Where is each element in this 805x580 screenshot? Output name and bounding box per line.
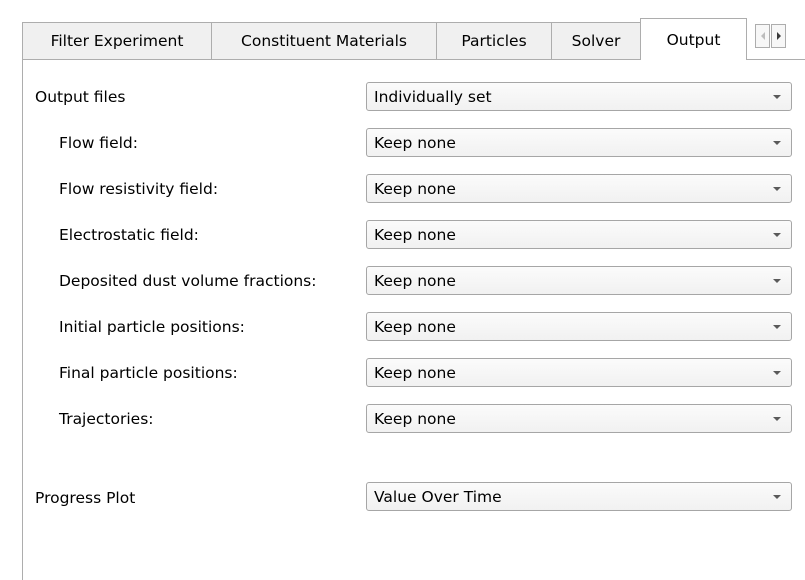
chevron-down-icon <box>763 278 791 283</box>
flow-field-label: Flow field: <box>59 134 138 152</box>
electrostatic-field-label: Electrostatic field: <box>59 226 199 244</box>
flow-field-value: Keep none <box>374 133 456 152</box>
deposited-dust-volume-fractions-select[interactable]: Keep none <box>366 266 792 295</box>
initial-particle-positions-select[interactable]: Keep none <box>366 312 792 341</box>
trajectories-value: Keep none <box>374 409 456 428</box>
trajectories-select[interactable]: Keep none <box>366 404 792 433</box>
initial-particle-positions-label: Initial particle positions: <box>59 318 245 336</box>
tab-output[interactable]: Output <box>640 18 747 60</box>
chevron-down-icon <box>763 370 791 375</box>
tab-filter-experiment[interactable]: Filter Experiment <box>22 22 212 59</box>
output-panel: Output files Individually set Flow field… <box>22 59 805 580</box>
output-files-value: Individually set <box>374 87 492 106</box>
tab-scroll-left-button[interactable] <box>755 24 770 48</box>
tab-constituent-materials[interactable]: Constituent Materials <box>211 22 437 59</box>
deposited-dust-volume-fractions-label: Deposited dust volume fractions: <box>59 272 317 290</box>
progress-plot-label: Progress Plot <box>35 489 136 507</box>
flow-field-select[interactable]: Keep none <box>366 128 792 157</box>
output-settings-window: Filter Experiment Constituent Materials … <box>0 0 805 580</box>
progress-plot-select[interactable]: Value Over Time <box>366 482 792 511</box>
electrostatic-field-select[interactable]: Keep none <box>366 220 792 249</box>
electrostatic-field-value: Keep none <box>374 225 456 244</box>
triangle-left-icon <box>760 32 765 40</box>
flow-resistivity-field-select[interactable]: Keep none <box>366 174 792 203</box>
initial-particle-positions-value: Keep none <box>374 317 456 336</box>
tab-scroll-right-button[interactable] <box>771 24 786 48</box>
chevron-down-icon <box>763 494 791 499</box>
output-files-select[interactable]: Individually set <box>366 82 792 111</box>
trajectories-label: Trajectories: <box>59 410 154 428</box>
final-particle-positions-label: Final particle positions: <box>59 364 238 382</box>
final-particle-positions-value: Keep none <box>374 363 456 382</box>
final-particle-positions-select[interactable]: Keep none <box>366 358 792 387</box>
triangle-right-icon <box>776 32 781 40</box>
chevron-down-icon <box>763 94 791 99</box>
deposited-dust-volume-fractions-value: Keep none <box>374 271 456 290</box>
tab-solver[interactable]: Solver <box>551 22 641 59</box>
flow-resistivity-field-label: Flow resistivity field: <box>59 180 219 198</box>
tab-bar: Filter Experiment Constituent Materials … <box>22 18 805 60</box>
chevron-down-icon <box>763 416 791 421</box>
chevron-down-icon <box>763 232 791 237</box>
chevron-down-icon <box>763 186 791 191</box>
tab-particles[interactable]: Particles <box>436 22 552 59</box>
output-files-label: Output files <box>35 88 126 106</box>
chevron-down-icon <box>763 324 791 329</box>
chevron-down-icon <box>763 140 791 145</box>
progress-plot-value: Value Over Time <box>374 487 502 506</box>
flow-resistivity-field-value: Keep none <box>374 179 456 198</box>
